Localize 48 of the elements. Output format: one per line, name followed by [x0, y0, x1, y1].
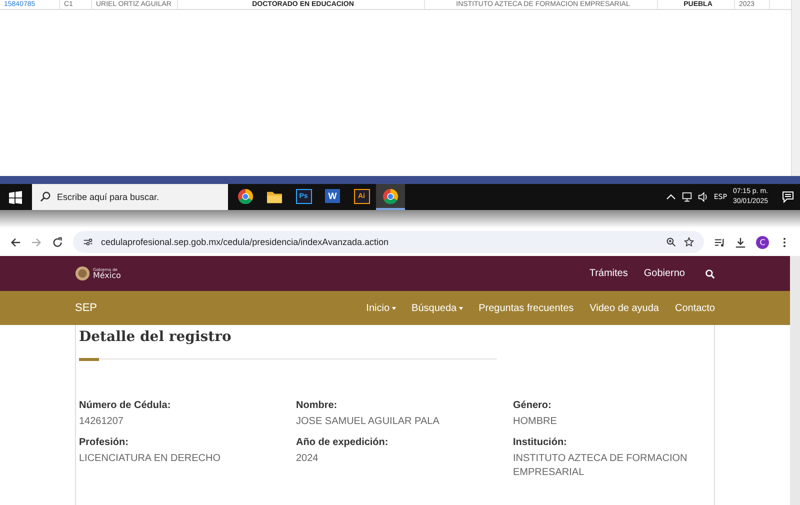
caret-up-icon[interactable]: [666, 192, 676, 202]
taskbar-search-field[interactable]: Escribe aquí para buscar.: [32, 184, 228, 210]
taskbar-app[interactable]: [376, 184, 405, 210]
field-value: 2024: [296, 452, 320, 466]
notification-icon[interactable]: [782, 191, 794, 203]
profile-avatar[interactable]: C: [756, 236, 769, 248]
search-icon[interactable]: [705, 268, 715, 278]
taskbar-app[interactable]: W: [318, 184, 347, 210]
nav-link[interactable]: Video de ayuda: [590, 302, 659, 314]
nav-link[interactable]: Preguntas frecuentes: [478, 302, 574, 314]
nav-link[interactable]: Inicio: [366, 302, 396, 314]
address-bar[interactable]: cedulaprofesional.sep.gob.mx/cedula/presidencia/indexAvanzada.action: [73, 231, 704, 253]
reload-icon[interactable]: [52, 236, 63, 248]
field-label: Profesión:: [79, 437, 130, 448]
field-value: LICENCIATURA EN DERECHO: [79, 452, 222, 466]
url-text[interactable]: cedulaprofesional.sep.gob.mx/cedula/presidencia/indexAvanzada.action: [101, 237, 389, 247]
field-label: Número de Cédula:: [79, 400, 172, 411]
chrome-icon: [383, 188, 398, 204]
emblem-icon: [75, 266, 90, 281]
word-tile-icon: W: [325, 189, 340, 203]
header-link[interactable]: Trámites: [589, 268, 628, 279]
star-icon[interactable]: [684, 237, 694, 247]
caret-icon: [458, 306, 463, 310]
field-value: JOSE SAMUEL AGUILAR PALA: [296, 415, 440, 429]
back-icon[interactable]: [10, 236, 21, 248]
volume-icon[interactable]: [698, 192, 708, 202]
site-settings-icon[interactable]: [83, 237, 93, 247]
section-title: Detalle del registro: [79, 328, 232, 347]
chrome-icon: [238, 188, 253, 204]
field-value: HOMBRE: [513, 415, 558, 429]
network-icon[interactable]: [682, 192, 692, 202]
field-value: 14261207: [79, 415, 124, 429]
zoom-icon[interactable]: [666, 237, 676, 247]
field-label: Género:: [513, 400, 552, 411]
caret-icon: [392, 306, 396, 310]
nav-link[interactable]: Búsqueda: [412, 302, 463, 314]
scrollbar[interactable]: [790, 256, 800, 505]
nav-link[interactable]: Contacto: [674, 302, 715, 314]
field-value: INSTITUTO AZTECA DE FORMACION EMPRESARIAL: [513, 452, 688, 480]
header-link[interactable]: Gobierno: [644, 268, 685, 279]
windows-start-icon[interactable]: [9, 190, 22, 204]
media-control-icon[interactable]: [714, 236, 725, 248]
scrollbar[interactable]: [791, 0, 800, 176]
download-icon[interactable]: [735, 236, 746, 248]
field-label: Nombre:: [296, 400, 338, 411]
site-brand[interactable]: SEP: [75, 302, 98, 314]
field-label: Año de expedición:: [296, 437, 390, 448]
field-label: Institución:: [513, 437, 568, 448]
